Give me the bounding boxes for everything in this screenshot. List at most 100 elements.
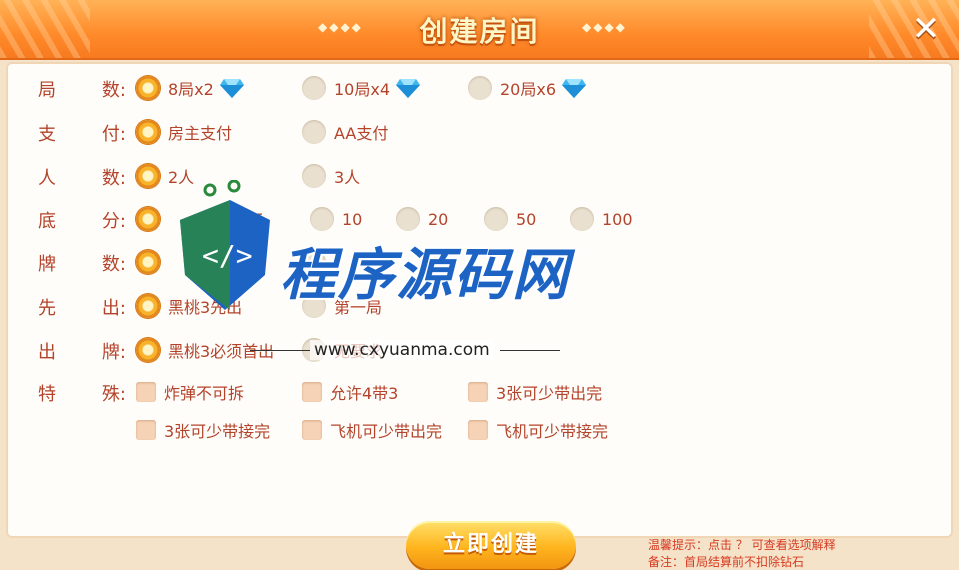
radio-unselected-icon[interactable] — [468, 76, 492, 100]
hint-text: 温馨提示：点击 ？ 可查看选项解释 — [648, 538, 836, 552]
row-label: 人 数: — [38, 164, 130, 190]
checkbox-option[interactable]: 允许4带3 — [302, 376, 398, 408]
row-label-char: 出 — [38, 342, 56, 363]
row-label: 先 出: — [38, 294, 130, 320]
radio-unselected-icon[interactable] — [302, 250, 326, 274]
radio-selected-icon[interactable] — [136, 338, 160, 362]
radio-option[interactable]: 无要求 — [302, 334, 382, 366]
option-row: 出 牌: 黑桃3必须首出 无要求 — [6, 334, 953, 366]
option-label: 黑桃3先出 — [168, 298, 243, 317]
row-label-char: 付: — [101, 124, 126, 145]
row-label-char: 出: — [101, 298, 126, 319]
checkbox-icon[interactable] — [302, 382, 322, 402]
option-label: 第一局 — [334, 298, 383, 317]
close-icon[interactable]: ✕ — [907, 10, 945, 48]
checkbox-option[interactable]: 飞机可少带接完 — [468, 414, 608, 446]
option-label: 允许4带3 — [330, 384, 399, 403]
option-row: 3张可少带接完 飞机可少带出完 飞机可少带接完 — [6, 414, 953, 446]
radio-selected-icon[interactable] — [136, 294, 160, 318]
option-label: 100 — [602, 209, 633, 229]
checkbox-icon[interactable] — [468, 420, 488, 440]
radio-option[interactable]: 2人 — [136, 160, 194, 192]
radio-unselected-icon[interactable] — [302, 76, 326, 100]
radio-unselected-icon[interactable] — [222, 207, 246, 231]
option-label: 50 — [516, 209, 537, 229]
option-row: 支 付: 房主支付 AA支付 — [6, 116, 953, 148]
option-label: 黑桃3必须首出 — [168, 342, 275, 361]
option-label: 无要求 — [334, 342, 383, 361]
radio-unselected-icon[interactable] — [310, 207, 334, 231]
radio-option[interactable] — [136, 203, 168, 235]
checkbox-option[interactable]: 炸弹不可拆 — [136, 376, 244, 408]
row-label-char: 人 — [38, 168, 56, 189]
checkbox-option[interactable]: 3张可少带接完 — [136, 414, 270, 446]
radio-option[interactable]: 黑桃3必须首出 — [136, 334, 274, 366]
radio-selected-icon[interactable] — [136, 76, 160, 100]
radio-option[interactable]: 8局x2 — [136, 72, 244, 104]
radio-unselected-icon[interactable] — [570, 207, 594, 231]
radio-unselected-icon[interactable] — [302, 164, 326, 188]
note-text: 备注：首局结算前不扣除钻石 — [648, 555, 805, 569]
row-label-char: 数: — [101, 80, 126, 101]
row-label-char: 牌 — [38, 254, 56, 275]
radio-option[interactable]: 100 — [570, 203, 633, 235]
radio-option[interactable]: 3人 — [302, 160, 360, 192]
row-label: 局 数: — [38, 76, 130, 102]
option-row: 底 分: 5 10 20 50 100 — [6, 203, 953, 235]
radio-selected-icon[interactable] — [136, 164, 160, 188]
radio-unselected-icon[interactable] — [302, 338, 326, 362]
title-deco-right: ◆◆◆◆ — [582, 20, 627, 34]
row-label: 出 牌: — [38, 338, 130, 364]
radio-option[interactable]: 黑桃3先出 — [136, 290, 242, 322]
radio-option[interactable]: 10 — [310, 203, 362, 235]
row-label-char: 底 — [38, 211, 56, 232]
row-label-char: 特 — [38, 384, 56, 405]
radio-unselected-icon[interactable] — [302, 120, 326, 144]
radio-option[interactable]: 5 — [222, 203, 264, 235]
row-label-char: 数: — [101, 168, 126, 189]
radio-option[interactable] — [136, 246, 168, 278]
option-label: 2人 — [168, 168, 195, 187]
options-panel: 局数: 8局x2 10局x4 20局x6 支付: 房主支付 AA支付人数: 2人 3人底分: 5 1… — [6, 62, 953, 569]
checkbox-icon[interactable] — [136, 420, 156, 440]
option-label: 3人 — [334, 168, 361, 187]
radio-option[interactable] — [302, 246, 334, 278]
option-row: 特 殊: 炸弹不可拆 允许4带3 3张可少带出完 — [6, 376, 953, 408]
row-label-char: 分: — [101, 211, 126, 232]
radio-option[interactable]: 第一局 — [302, 290, 382, 322]
checkbox-icon[interactable] — [302, 420, 322, 440]
option-label: 房主支付 — [168, 124, 233, 143]
radio-unselected-icon[interactable] — [484, 207, 508, 231]
row-label-char: 先 — [38, 298, 56, 319]
option-label: 飞机可少带接完 — [496, 422, 609, 441]
radio-selected-icon[interactable] — [136, 120, 160, 144]
row-label-char: 数: — [101, 254, 126, 275]
diamond-icon — [396, 79, 421, 98]
option-label: 10 — [342, 209, 363, 229]
diamond-icon — [219, 79, 244, 98]
radio-option[interactable]: AA支付 — [302, 116, 388, 148]
radio-option[interactable]: 10局x4 — [302, 72, 421, 104]
option-label: AA支付 — [334, 124, 389, 143]
checkbox-option[interactable]: 3张可少带出完 — [468, 376, 602, 408]
row-label-char: 殊: — [101, 384, 126, 405]
checkbox-option[interactable]: 飞机可少带出完 — [302, 414, 442, 446]
row-label-char: 局 — [38, 80, 56, 101]
radio-selected-icon[interactable] — [136, 250, 160, 274]
radio-unselected-icon[interactable] — [302, 294, 326, 318]
checkbox-icon[interactable] — [136, 382, 156, 402]
radio-selected-icon[interactable] — [136, 207, 160, 231]
option-row: 牌 数: — [6, 246, 953, 278]
radio-unselected-icon[interactable] — [396, 207, 420, 231]
diamond-icon — [562, 79, 587, 98]
radio-option[interactable]: 房主支付 — [136, 116, 232, 148]
option-row: 先 出: 黑桃3先出 第一局 — [6, 290, 953, 322]
create-room-button[interactable]: 立即创建 — [406, 521, 576, 569]
option-row: 人 数: 2人 3人 — [6, 160, 953, 192]
option-label: 3张可少带出完 — [496, 384, 603, 403]
checkbox-icon[interactable] — [468, 382, 488, 402]
radio-option[interactable]: 50 — [484, 203, 536, 235]
radio-option[interactable]: 20局x6 — [468, 72, 587, 104]
row-label: 牌 数: — [38, 250, 130, 276]
radio-option[interactable]: 20 — [396, 203, 448, 235]
